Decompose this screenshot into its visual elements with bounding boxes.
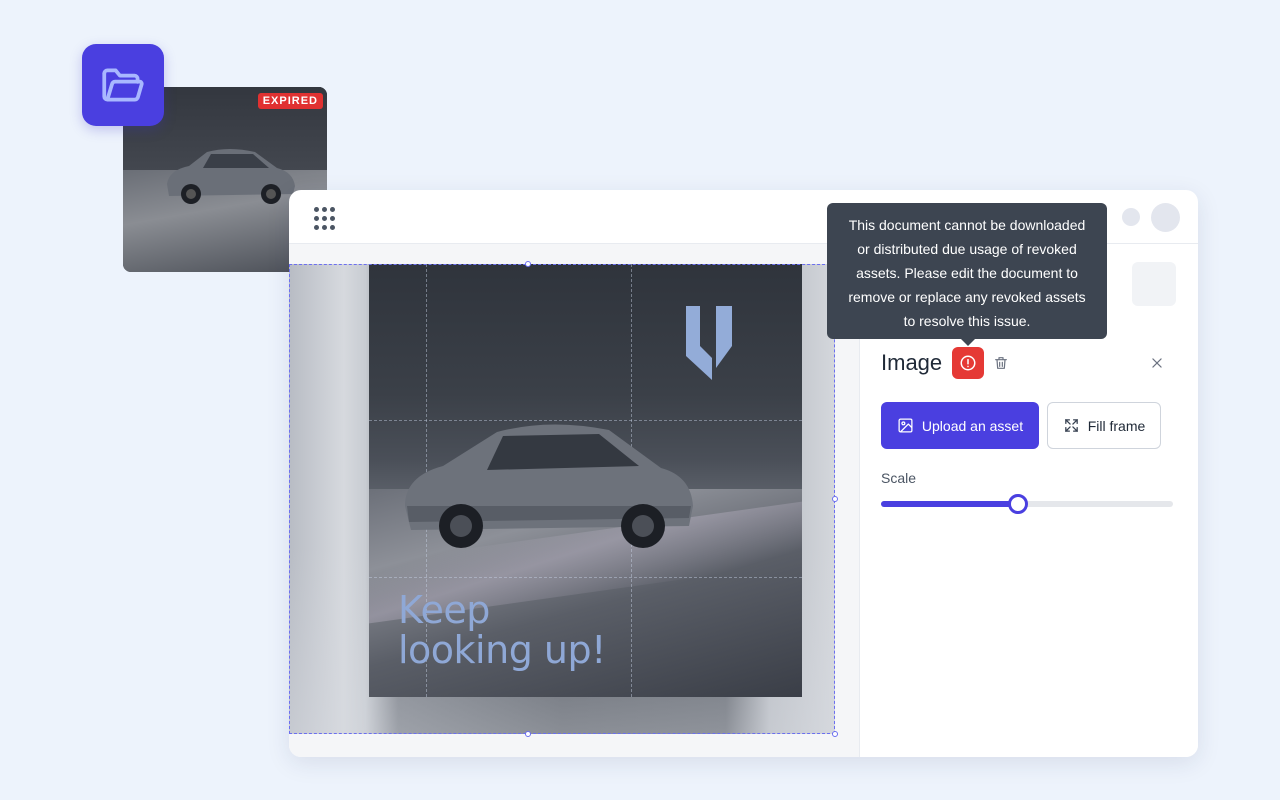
scale-slider-fill [881, 501, 1019, 507]
trash-icon [995, 357, 1007, 369]
status-dot [1122, 208, 1140, 226]
selection-box [289, 264, 835, 734]
resize-handle[interactable] [832, 731, 838, 737]
apps-grid-icon[interactable] [314, 207, 338, 231]
close-icon [1152, 358, 1162, 368]
fill-frame-label: Fill frame [1087, 417, 1146, 434]
car-image [167, 149, 295, 204]
expand-icon [1064, 419, 1078, 432]
resize-handle[interactable] [525, 261, 531, 267]
panel-title: Image [881, 350, 943, 375]
upload-asset-label: Upload an asset [921, 417, 1024, 434]
close-button[interactable] [1148, 354, 1166, 372]
scale-slider[interactable] [881, 494, 1173, 514]
delete-button[interactable] [992, 354, 1010, 372]
panel-placeholder [1132, 262, 1176, 306]
scale-slider-thumb[interactable] [1008, 494, 1029, 514]
upload-asset-button[interactable]: Upload an asset [881, 402, 1039, 449]
canvas-area: Keep looking up! [289, 244, 860, 757]
resize-handle[interactable] [525, 731, 531, 737]
scale-label: Scale [881, 470, 917, 486]
resize-handle[interactable] [832, 496, 838, 502]
revoked-assets-tooltip: This document cannot be downloaded or di… [827, 203, 1107, 346]
folder-icon[interactable] [82, 44, 164, 126]
alert-circle-icon [960, 355, 976, 371]
image-icon [898, 418, 913, 433]
fill-frame-button[interactable]: Fill frame [1047, 402, 1161, 449]
revoked-warning-button[interactable] [952, 347, 984, 379]
expired-badge: EXPIRED [257, 93, 323, 109]
avatar[interactable] [1151, 203, 1180, 232]
